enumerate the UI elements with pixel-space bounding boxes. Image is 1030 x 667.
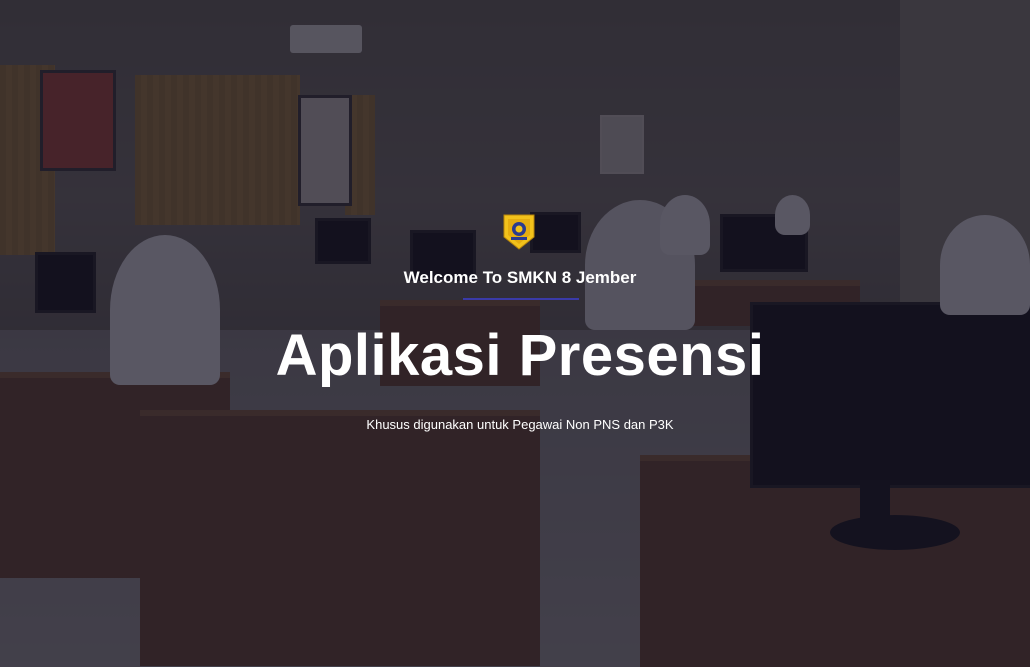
hero-section: Welcome To SMKN 8 Jember Aplikasi Presen… (0, 0, 1030, 667)
page-title: Aplikasi Presensi (275, 323, 765, 388)
school-crest-icon (501, 213, 537, 251)
heading-divider (463, 298, 579, 300)
page-subtitle: Khusus digunakan untuk Pegawai Non PNS d… (366, 417, 674, 432)
hero-content: Welcome To SMKN 8 Jember Aplikasi Presen… (0, 0, 1030, 667)
welcome-heading: Welcome To SMKN 8 Jember (403, 268, 637, 287)
